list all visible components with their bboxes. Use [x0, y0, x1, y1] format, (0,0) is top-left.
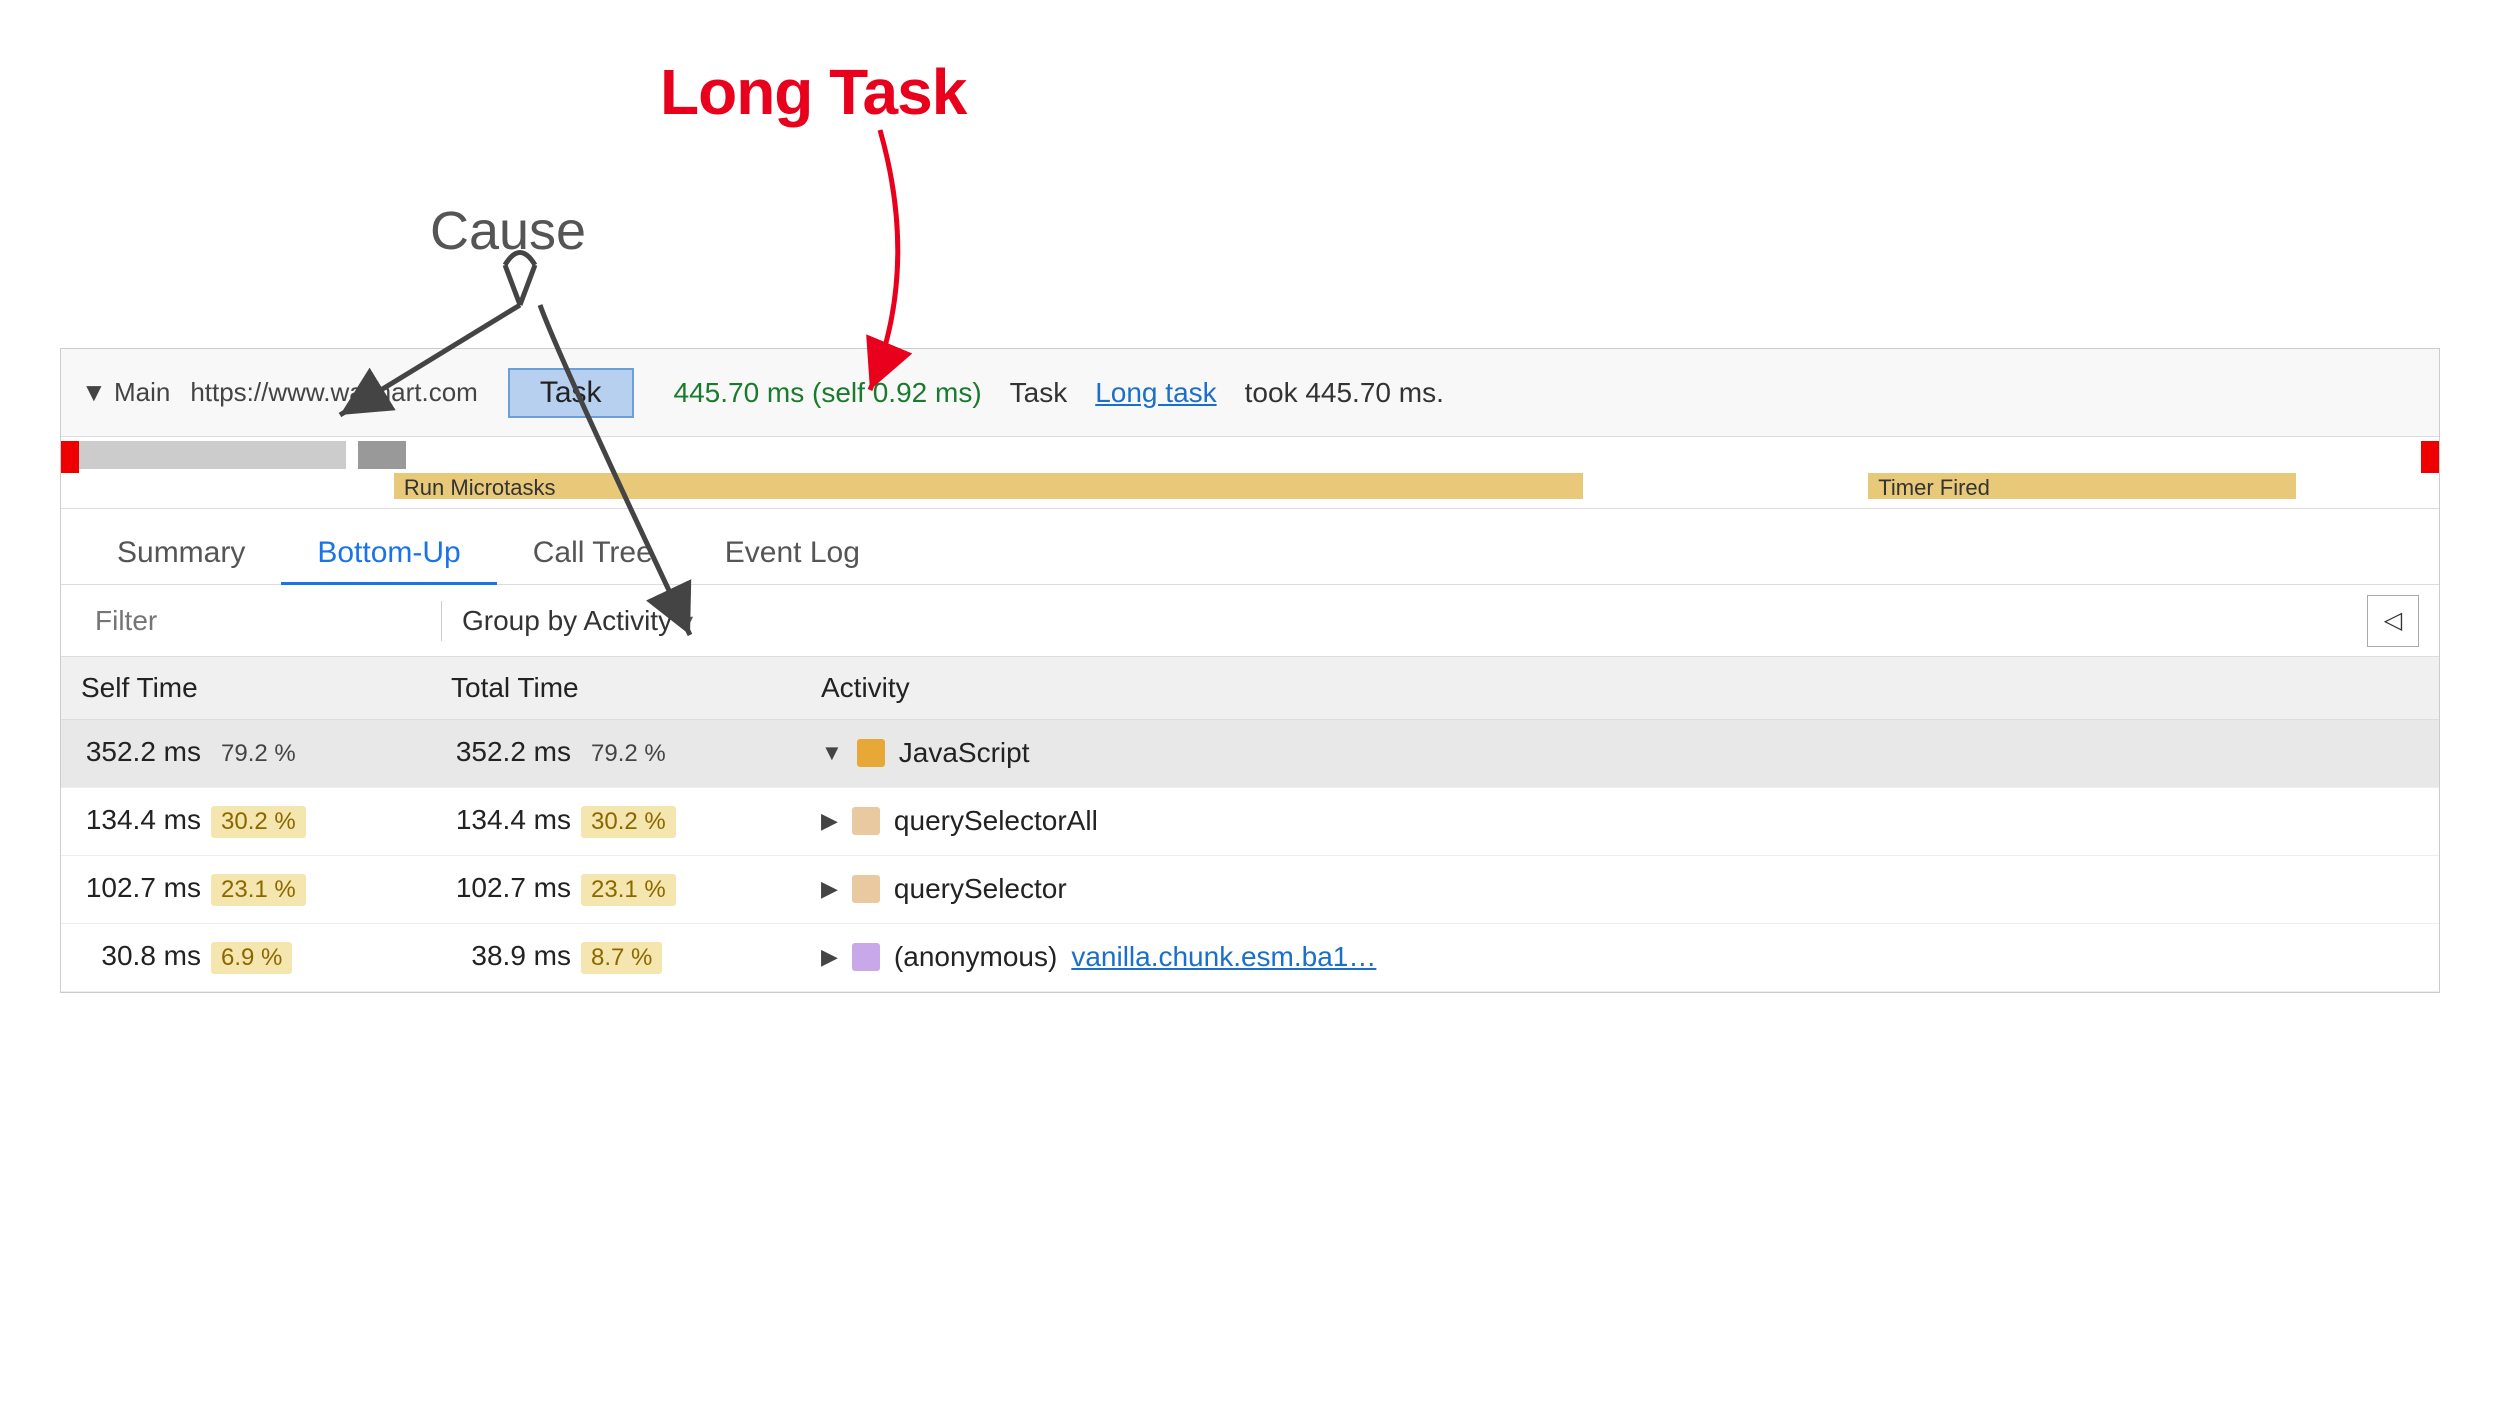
total-time-value: 134.4 ms: [451, 804, 571, 836]
flame-run-microtasks[interactable]: Run Microtasks: [394, 473, 1583, 499]
cause-annotation: Cause: [430, 200, 586, 262]
collapse-icon: ◁: [2384, 606, 2402, 635]
tab-call-tree[interactable]: Call Tree: [497, 524, 689, 585]
cell-self-time: 102.7 ms 23.1 %: [61, 855, 431, 923]
col-header-activity[interactable]: Activity: [801, 657, 2439, 719]
self-time-value: 102.7 ms: [81, 872, 201, 904]
total-time-value: 102.7 ms: [451, 872, 571, 904]
self-pct-badge: 6.9 %: [211, 942, 292, 974]
long-task-annotation: Long Task: [660, 55, 966, 129]
activity-name: (anonymous): [894, 941, 1057, 973]
cell-total-time: 134.4 ms 30.2 %: [431, 787, 801, 855]
total-pct-badge: 79.2 %: [581, 738, 676, 770]
self-pct-badge: 30.2 %: [211, 806, 306, 838]
cell-activity: ▶ querySelectorAll: [801, 787, 2439, 855]
cell-total-time: 102.7 ms 23.1 %: [431, 855, 801, 923]
self-time-value: 30.8 ms: [81, 940, 201, 972]
activity-name: querySelectorAll: [894, 805, 1098, 837]
tab-event-log[interactable]: Event Log: [689, 524, 896, 585]
flamechart: Run Microtasks Timer Fired: [61, 437, 2439, 509]
task-indicator[interactable]: Task: [508, 368, 634, 418]
group-by-label: Group by Activity: [462, 605, 672, 637]
cell-total-time: 352.2 ms 79.2 %: [431, 719, 801, 787]
activity-name: querySelector: [894, 873, 1067, 905]
group-by-select[interactable]: Group by Activity ▾: [462, 605, 693, 637]
cell-self-time: 30.8 ms 6.9 %: [61, 923, 431, 991]
activity-swatch: [852, 807, 880, 835]
cell-self-time: 134.4 ms 30.2 %: [61, 787, 431, 855]
thread-label: ▼ Main: [81, 377, 170, 408]
self-time-value: 134.4 ms: [81, 804, 201, 836]
activity-link[interactable]: vanilla.chunk.esm.ba1…: [1071, 941, 1376, 973]
devtools-panel: ▼ Main https://www.walmart.com Task 445.…: [60, 348, 2440, 993]
cell-activity: ▼ JavaScript: [801, 719, 2439, 787]
cell-self-time: 352.2 ms 79.2 %: [61, 719, 431, 787]
cell-activity: ▶ (anonymous) vanilla.chunk.esm.ba1…: [801, 923, 2439, 991]
activity-name: JavaScript: [899, 737, 1030, 769]
expand-icon[interactable]: ▼: [821, 740, 843, 766]
col-header-self-time[interactable]: Self Time: [61, 657, 431, 719]
task-suffix: took 445.70 ms.: [1245, 377, 1444, 409]
tabs-row: Summary Bottom-Up Call Tree Event Log: [61, 509, 2439, 585]
total-pct-badge: 23.1 %: [581, 874, 676, 906]
tab-bottom-up[interactable]: Bottom-Up: [281, 524, 496, 585]
timeline-bar: ▼ Main https://www.walmart.com Task 445.…: [61, 349, 2439, 437]
table-row[interactable]: 352.2 ms 79.2 % 352.2 ms 79.2 % ▼ JavaScript: [61, 719, 2439, 787]
self-pct-badge: 23.1 %: [211, 874, 306, 906]
performance-table: Self Time Total Time Activity 352.2 ms 79…: [61, 657, 2439, 992]
task-description: Task: [1010, 377, 1068, 409]
table-row[interactable]: 102.7 ms 23.1 % 102.7 ms 23.1 % ▶ querySelect…: [61, 855, 2439, 923]
total-pct-badge: 8.7 %: [581, 942, 662, 974]
long-task-link[interactable]: Long task: [1095, 377, 1216, 409]
timing-info: 445.70 ms (self 0.92 ms): [674, 377, 982, 409]
tab-summary[interactable]: Summary: [81, 524, 281, 585]
self-pct-badge: 79.2 %: [211, 738, 306, 770]
expand-icon[interactable]: ▶: [821, 944, 838, 970]
filter-input[interactable]: [81, 597, 421, 645]
toolbar: Group by Activity ▾ ◁: [61, 585, 2439, 657]
activity-swatch: [852, 875, 880, 903]
dropdown-arrow-icon: ▾: [682, 608, 693, 634]
cell-activity: ▶ querySelector: [801, 855, 2439, 923]
collapse-button[interactable]: ◁: [2367, 595, 2419, 647]
self-time-value: 352.2 ms: [81, 736, 201, 768]
activity-swatch: [857, 739, 885, 767]
activity-swatch: [852, 943, 880, 971]
flame-timer-fired[interactable]: Timer Fired: [1868, 473, 2296, 499]
table-row[interactable]: 134.4 ms 30.2 % 134.4 ms 30.2 % ▶ querySelect…: [61, 787, 2439, 855]
total-time-value: 38.9 ms: [451, 940, 571, 972]
thread-url: https://www.walmart.com: [190, 377, 478, 408]
expand-icon[interactable]: ▶: [821, 808, 838, 834]
filter-divider: [441, 601, 442, 641]
table-row[interactable]: 30.8 ms 6.9 % 38.9 ms 8.7 % ▶ (anonymous) vani…: [61, 923, 2439, 991]
cell-total-time: 38.9 ms 8.7 %: [431, 923, 801, 991]
total-pct-badge: 30.2 %: [581, 806, 676, 838]
table-header-row: Self Time Total Time Activity: [61, 657, 2439, 719]
expand-icon[interactable]: ▶: [821, 876, 838, 902]
col-header-total-time[interactable]: Total Time: [431, 657, 801, 719]
total-time-value: 352.2 ms: [451, 736, 571, 768]
